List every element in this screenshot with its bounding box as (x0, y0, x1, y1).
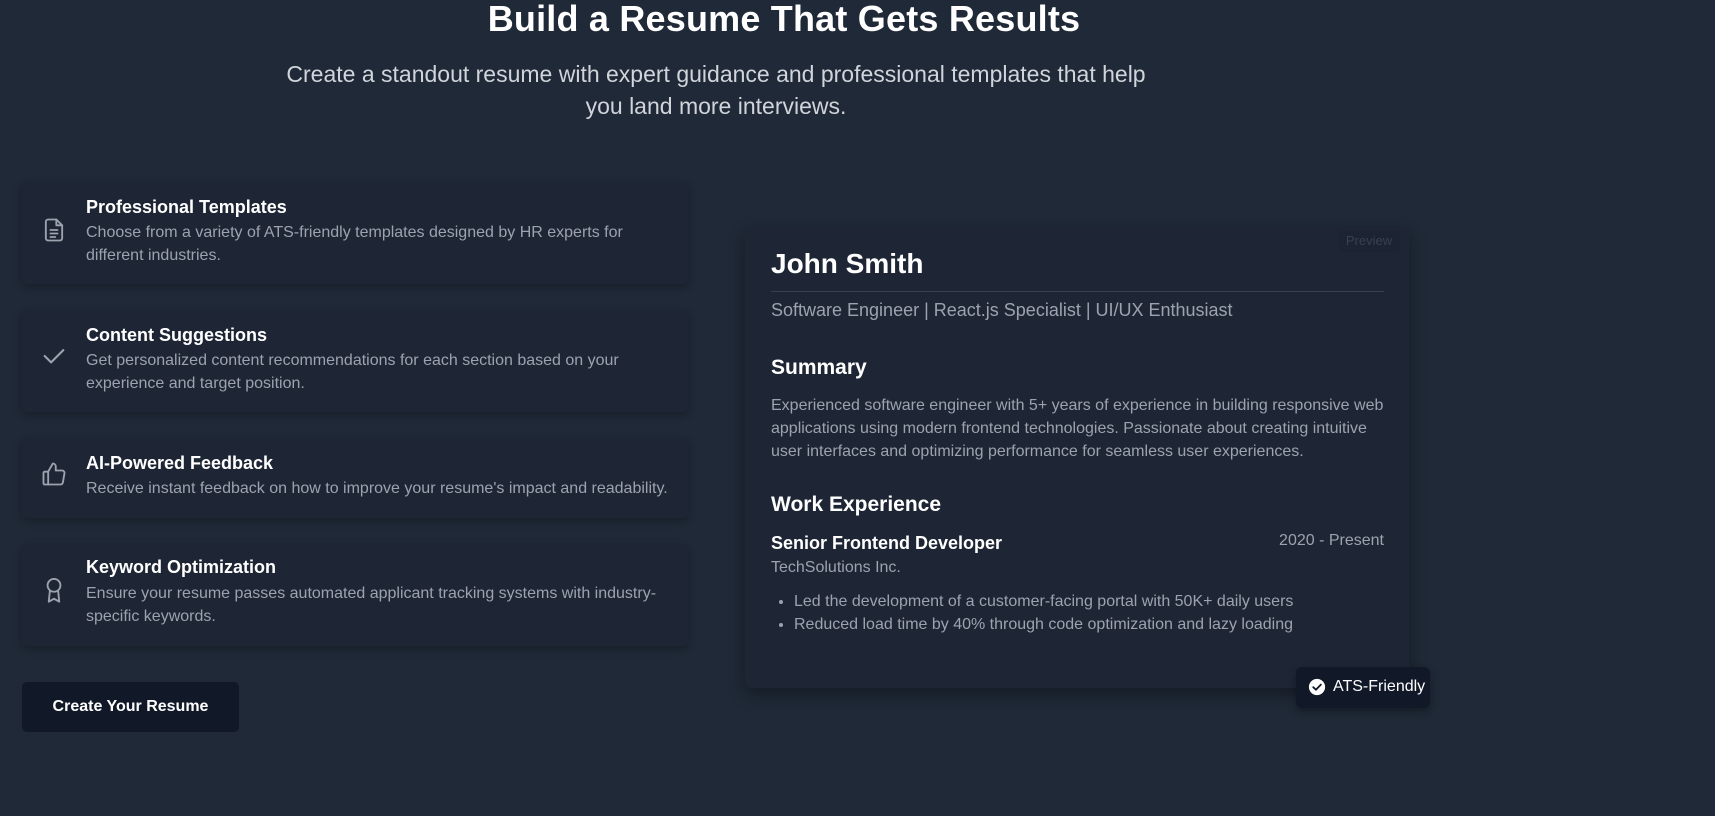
job-dates: 2020 - Present (1279, 532, 1384, 549)
thumbs-up-icon (40, 460, 68, 488)
summary-heading: Summary (771, 356, 867, 379)
feature-title: Professional Templates (86, 197, 287, 217)
page-subtitle: Create a standout resume with expert gui… (286, 61, 1146, 119)
list-item: Led the development of a customer-facing… (794, 590, 1293, 613)
resume-divider (771, 291, 1384, 292)
resume-name: John Smith (771, 248, 924, 279)
feature-title: Content Suggestions (86, 325, 267, 345)
summary-text: Experienced software engineer with 5+ ye… (771, 397, 1384, 460)
feature-description: Ensure your resume passes automated appl… (86, 585, 657, 625)
feature-description: Choose from a variety of ATS-friendly te… (86, 224, 623, 264)
feature-title: Keyword Optimization (86, 557, 277, 577)
page-title: Build a Resume That Gets Results (487, 0, 1081, 39)
feature-card-ai-feedback: AI-Powered Feedback Receive instant feed… (22, 438, 688, 518)
resume-tagline: Software Engineer | React.js Specialist … (771, 300, 1233, 320)
create-resume-button[interactable]: Create Your Resume (22, 682, 239, 732)
feature-card-professional-templates: Professional Templates Choose from a var… (22, 182, 688, 284)
document-icon (40, 216, 68, 244)
check-circle-icon (1308, 678, 1326, 696)
feature-description: Receive instant feedback on how to impro… (86, 480, 668, 497)
badge-label: ATS-Friendly (1333, 678, 1426, 695)
feature-title: AI-Powered Feedback (86, 453, 274, 473)
feature-card-keyword-optimization: Keyword Optimization Ensure your resume … (22, 544, 688, 646)
job-title: Senior Frontend Developer (771, 533, 1003, 553)
job-company: TechSolutions Inc. (771, 559, 901, 576)
work-experience-heading: Work Experience (771, 493, 942, 516)
job-bullets: Led the development of a customer-facing… (771, 590, 1293, 636)
ats-friendly-badge: ATS-Friendly (1296, 667, 1430, 708)
check-icon (40, 342, 68, 370)
feature-card-content-suggestions: Content Suggestions Get personalized con… (22, 310, 688, 412)
feature-description: Get personalized content recommendations… (86, 352, 619, 392)
award-icon (40, 576, 68, 604)
list-item: Reduced load time by 40% through code op… (794, 613, 1293, 636)
preview-tag: Preview (1338, 230, 1400, 252)
